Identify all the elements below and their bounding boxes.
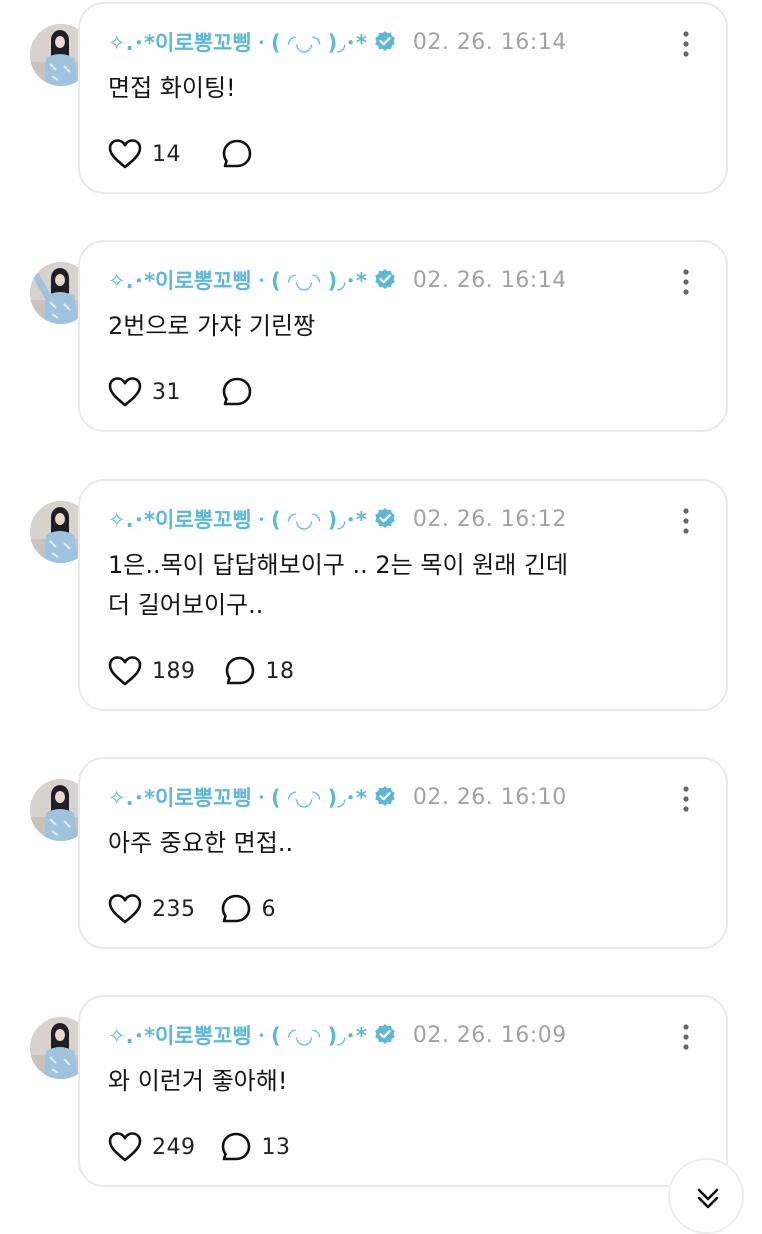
timestamp: 02. 26. 16:10 [412, 784, 567, 810]
heart-icon [108, 894, 142, 924]
like-count: 31 [152, 379, 181, 405]
post-actions: 14 [108, 137, 293, 171]
speech-bubble-icon [221, 376, 253, 408]
reply-count: 18 [265, 658, 295, 684]
post-content: 와 이런거 좋아해! [108, 1067, 288, 1095]
post-feed: ✧.･*이로뽕꼬삥ㆍ( ◜◡◝ )◞･* 02. 26. 16:14 면접 화이… [0, 0, 762, 1234]
more-options-icon[interactable] [676, 505, 696, 537]
timestamp: 02. 26. 16:12 [412, 506, 567, 532]
post-card: ✧.･*이로뽕꼬삥ㆍ( ◜◡◝ )◞･* 02. 26. 16:09 와 이런거… [78, 995, 728, 1187]
post-card: ✧.･*이로뽕꼬삥ㆍ( ◜◡◝ )◞･* 02. 26. 16:14 면접 화이… [78, 2, 728, 194]
reply-count: 6 [261, 896, 276, 922]
post[interactable]: ✧.･*이로뽕꼬삥ㆍ( ◜◡◝ )◞･* 02. 26. 16:14 면접 화이… [0, 0, 762, 196]
like-button[interactable]: 189 [108, 656, 196, 686]
speech-bubble-icon [220, 893, 252, 925]
post-header: ✧.･*이로뽕꼬삥ㆍ( ◜◡◝ )◞･* 02. 26. 16:14 [108, 24, 567, 60]
reply-button[interactable] [221, 138, 263, 170]
post-content: 2번으로 가쟈 기린짱 [108, 312, 316, 340]
speech-bubble-icon [224, 655, 256, 687]
post-content: 면접 화이팅! [108, 74, 236, 102]
speech-bubble-icon [220, 1131, 252, 1163]
more-options-icon[interactable] [676, 266, 696, 298]
verified-badge-icon [373, 268, 397, 292]
post-header: ✧.･*이로뽕꼬삥ㆍ( ◜◡◝ )◞･* 02. 26. 16:14 [108, 262, 567, 298]
like-count: 249 [152, 1134, 196, 1160]
more-options-icon[interactable] [676, 28, 696, 60]
more-options-icon[interactable] [676, 1021, 696, 1053]
post-header: ✧.･*이로뽕꼬삥ㆍ( ◜◡◝ )◞･* 02. 26. 16:10 [108, 779, 567, 815]
reply-count: 13 [261, 1134, 291, 1160]
speech-bubble-icon [221, 138, 253, 170]
timestamp: 02. 26. 16:09 [412, 1022, 567, 1048]
post-card: ✧.･*이로뽕꼬삥ㆍ( ◜◡◝ )◞･* 02. 26. 16:10 아주 중요… [78, 757, 728, 949]
like-button[interactable]: 235 [108, 894, 196, 924]
like-count: 235 [152, 896, 196, 922]
like-count: 189 [152, 658, 196, 684]
post[interactable]: ✧.･*이로뽕꼬삥ㆍ( ◜◡◝ )◞･* 02. 26. 16:12 1은..목… [0, 477, 762, 713]
reply-button[interactable]: 18 [224, 655, 295, 687]
post[interactable]: ✧.･*이로뽕꼬삥ㆍ( ◜◡◝ )◞･* 02. 26. 16:14 2번으로 … [0, 238, 762, 434]
post-content: 1은..목이 답답해보이구 .. 2는 목이 원래 긴데 더 길어보이구.. [108, 551, 569, 619]
post-header: ✧.･*이로뽕꼬삥ㆍ( ◜◡◝ )◞･* 02. 26. 16:12 [108, 501, 567, 537]
post-content: 아주 중요한 면접.. [108, 829, 294, 857]
heart-icon [108, 1132, 142, 1162]
username[interactable]: ✧.･*이로뽕꼬삥ㆍ( ◜◡◝ )◞･* [108, 1020, 367, 1050]
heart-icon [108, 139, 142, 169]
reply-button[interactable] [221, 376, 263, 408]
scroll-down-button[interactable] [668, 1158, 744, 1234]
reply-button[interactable]: 13 [220, 1131, 291, 1163]
post-card: ✧.･*이로뽕꼬삥ㆍ( ◜◡◝ )◞･* 02. 26. 16:14 2번으로 … [78, 240, 728, 432]
like-button[interactable]: 31 [108, 377, 181, 407]
verified-badge-icon [373, 30, 397, 54]
heart-icon [108, 656, 142, 686]
like-button[interactable]: 249 [108, 1132, 196, 1162]
post-actions: 235 6 [108, 892, 306, 926]
post-card: ✧.･*이로뽕꼬삥ㆍ( ◜◡◝ )◞･* 02. 26. 16:12 1은..목… [78, 479, 728, 711]
username[interactable]: ✧.･*이로뽕꼬삥ㆍ( ◜◡◝ )◞･* [108, 265, 367, 295]
verified-badge-icon [373, 507, 397, 531]
post-actions: 31 [108, 375, 293, 409]
verified-badge-icon [373, 785, 397, 809]
post[interactable]: ✧.･*이로뽕꼬삥ㆍ( ◜◡◝ )◞･* 02. 26. 16:09 와 이런거… [0, 993, 762, 1200]
more-options-icon[interactable] [676, 783, 696, 815]
reply-button[interactable]: 6 [220, 893, 277, 925]
timestamp: 02. 26. 16:14 [412, 29, 567, 55]
like-button[interactable]: 14 [108, 139, 181, 169]
post-actions: 249 13 [108, 1130, 321, 1164]
username[interactable]: ✧.･*이로뽕꼬삥ㆍ( ◜◡◝ )◞･* [108, 27, 367, 57]
heart-icon [108, 377, 142, 407]
verified-badge-icon [373, 1023, 397, 1047]
post-actions: 189 18 [108, 654, 325, 688]
timestamp: 02. 26. 16:14 [412, 267, 567, 293]
like-count: 14 [152, 141, 181, 167]
post[interactable]: ✧.･*이로뽕꼬삥ㆍ( ◜◡◝ )◞･* 02. 26. 16:10 아주 중요… [0, 755, 762, 951]
username[interactable]: ✧.･*이로뽕꼬삥ㆍ( ◜◡◝ )◞･* [108, 504, 367, 534]
username[interactable]: ✧.･*이로뽕꼬삥ㆍ( ◜◡◝ )◞･* [108, 782, 367, 812]
post-header: ✧.･*이로뽕꼬삥ㆍ( ◜◡◝ )◞･* 02. 26. 16:09 [108, 1017, 567, 1053]
